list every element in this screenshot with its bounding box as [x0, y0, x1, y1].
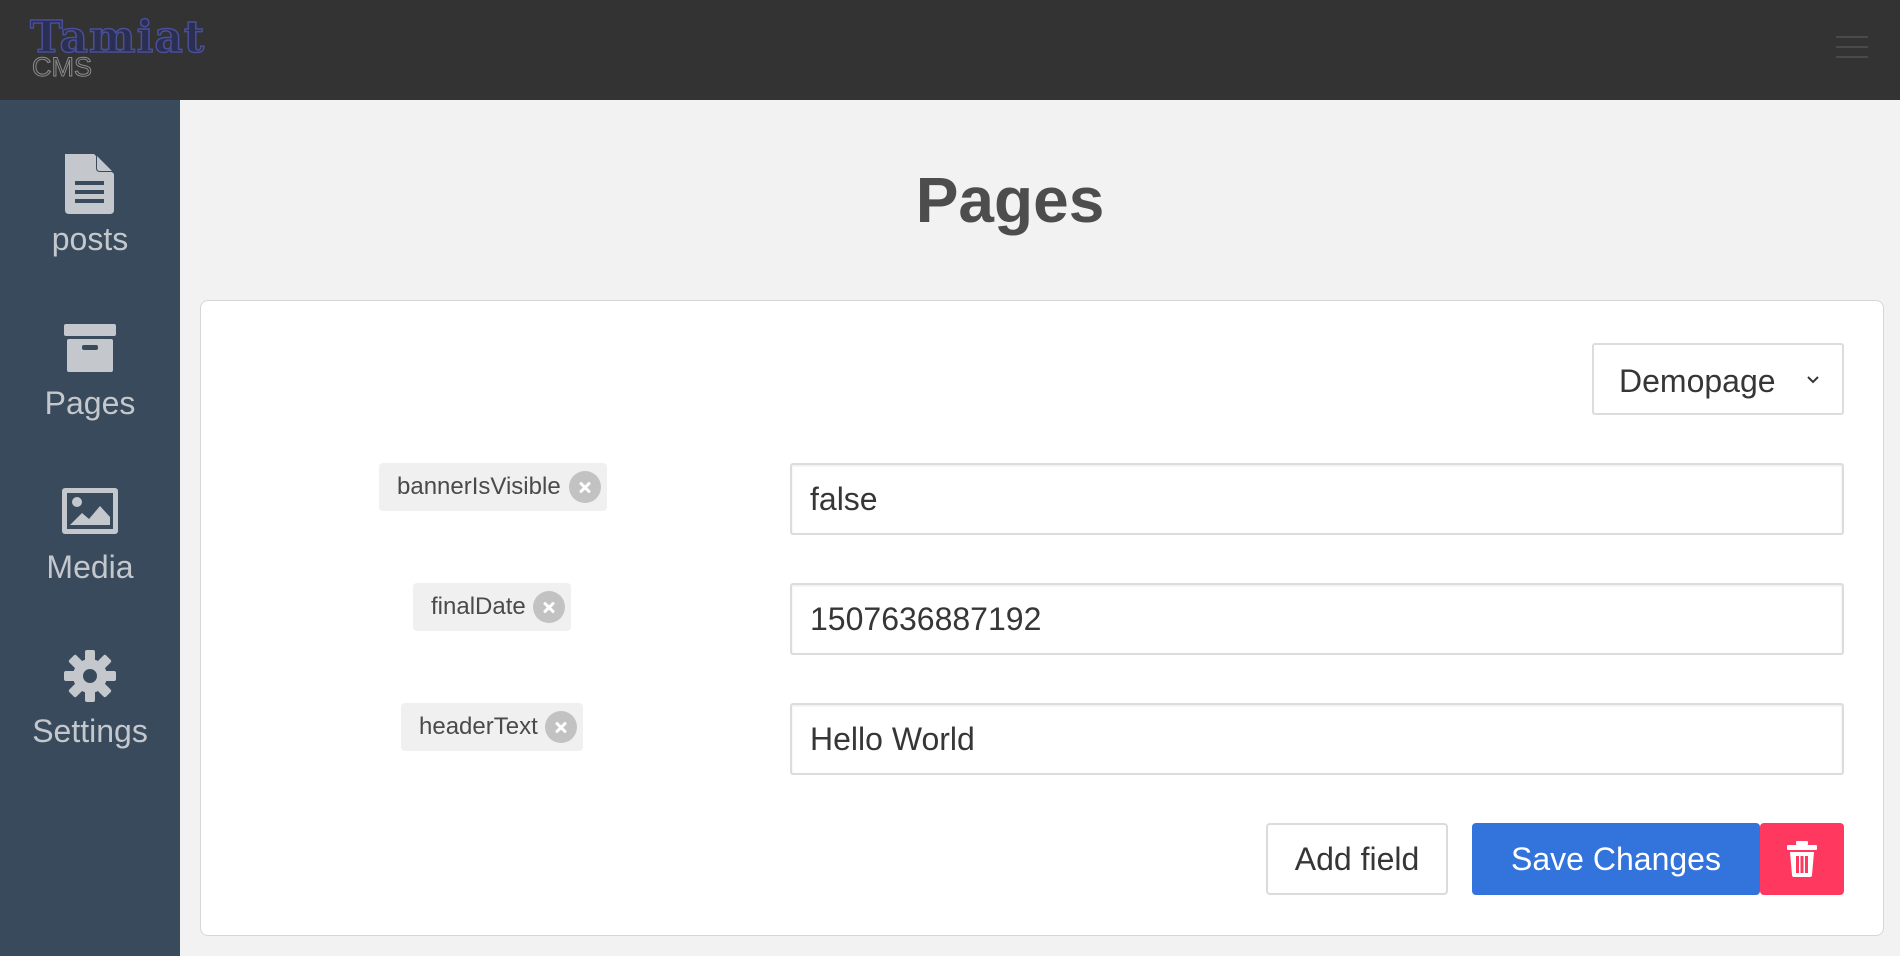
- logo[interactable]: Tamiat CMS: [29, 13, 210, 84]
- sidebar-item-label: posts: [51, 221, 129, 257]
- remove-field-icon[interactable]: [533, 591, 565, 623]
- page-fields-card: Demopage bannerIsVisible finalDate heade…: [200, 300, 1884, 936]
- sidebar-item-settings[interactable]: Settings: [0, 646, 180, 796]
- trash-icon: [1787, 841, 1817, 877]
- gear-icon: [60, 646, 120, 706]
- field-name: finalDate: [431, 593, 526, 620]
- field-value-input[interactable]: [790, 463, 1844, 535]
- sidebar-item-posts[interactable]: posts: [0, 154, 180, 304]
- page-select-dropdown[interactable]: Demopage: [1592, 343, 1844, 415]
- field-name: headerText: [419, 713, 538, 740]
- archive-box-icon: [60, 318, 120, 378]
- field-row: bannerIsVisible: [201, 463, 1885, 535]
- field-value-input[interactable]: [790, 583, 1844, 655]
- image-icon: [60, 482, 120, 542]
- hamburger-menu-icon[interactable]: [1836, 34, 1868, 60]
- sidebar-item-media[interactable]: Media: [0, 482, 180, 632]
- field-name: bannerIsVisible: [397, 473, 561, 500]
- field-value-input[interactable]: [790, 703, 1844, 775]
- remove-field-icon[interactable]: [569, 471, 601, 503]
- logo-subtitle: CMS: [32, 52, 93, 83]
- sidebar-item-label: Settings: [32, 713, 148, 749]
- sidebar: posts Pages Media Settings: [0, 100, 180, 956]
- sidebar-item-label: Media: [46, 549, 134, 585]
- top-navbar: Tamiat CMS: [0, 0, 1900, 100]
- chevron-down-icon: [1807, 376, 1819, 384]
- remove-field-icon[interactable]: [545, 711, 577, 743]
- page-select-value: Demopage: [1619, 363, 1776, 399]
- field-row: headerText: [201, 703, 1885, 775]
- file-text-icon: [60, 154, 120, 214]
- add-field-button[interactable]: Add field: [1266, 823, 1448, 895]
- sidebar-item-pages[interactable]: Pages: [0, 318, 180, 468]
- field-row: finalDate: [201, 583, 1885, 655]
- sidebar-item-label: Pages: [44, 385, 136, 421]
- field-name-tag: finalDate: [413, 583, 571, 631]
- page-title: Pages: [915, 164, 1105, 236]
- field-name-tag: bannerIsVisible: [379, 463, 607, 511]
- save-changes-button[interactable]: Save Changes: [1472, 823, 1760, 895]
- delete-page-button[interactable]: [1760, 823, 1844, 895]
- field-name-tag: headerText: [401, 703, 583, 751]
